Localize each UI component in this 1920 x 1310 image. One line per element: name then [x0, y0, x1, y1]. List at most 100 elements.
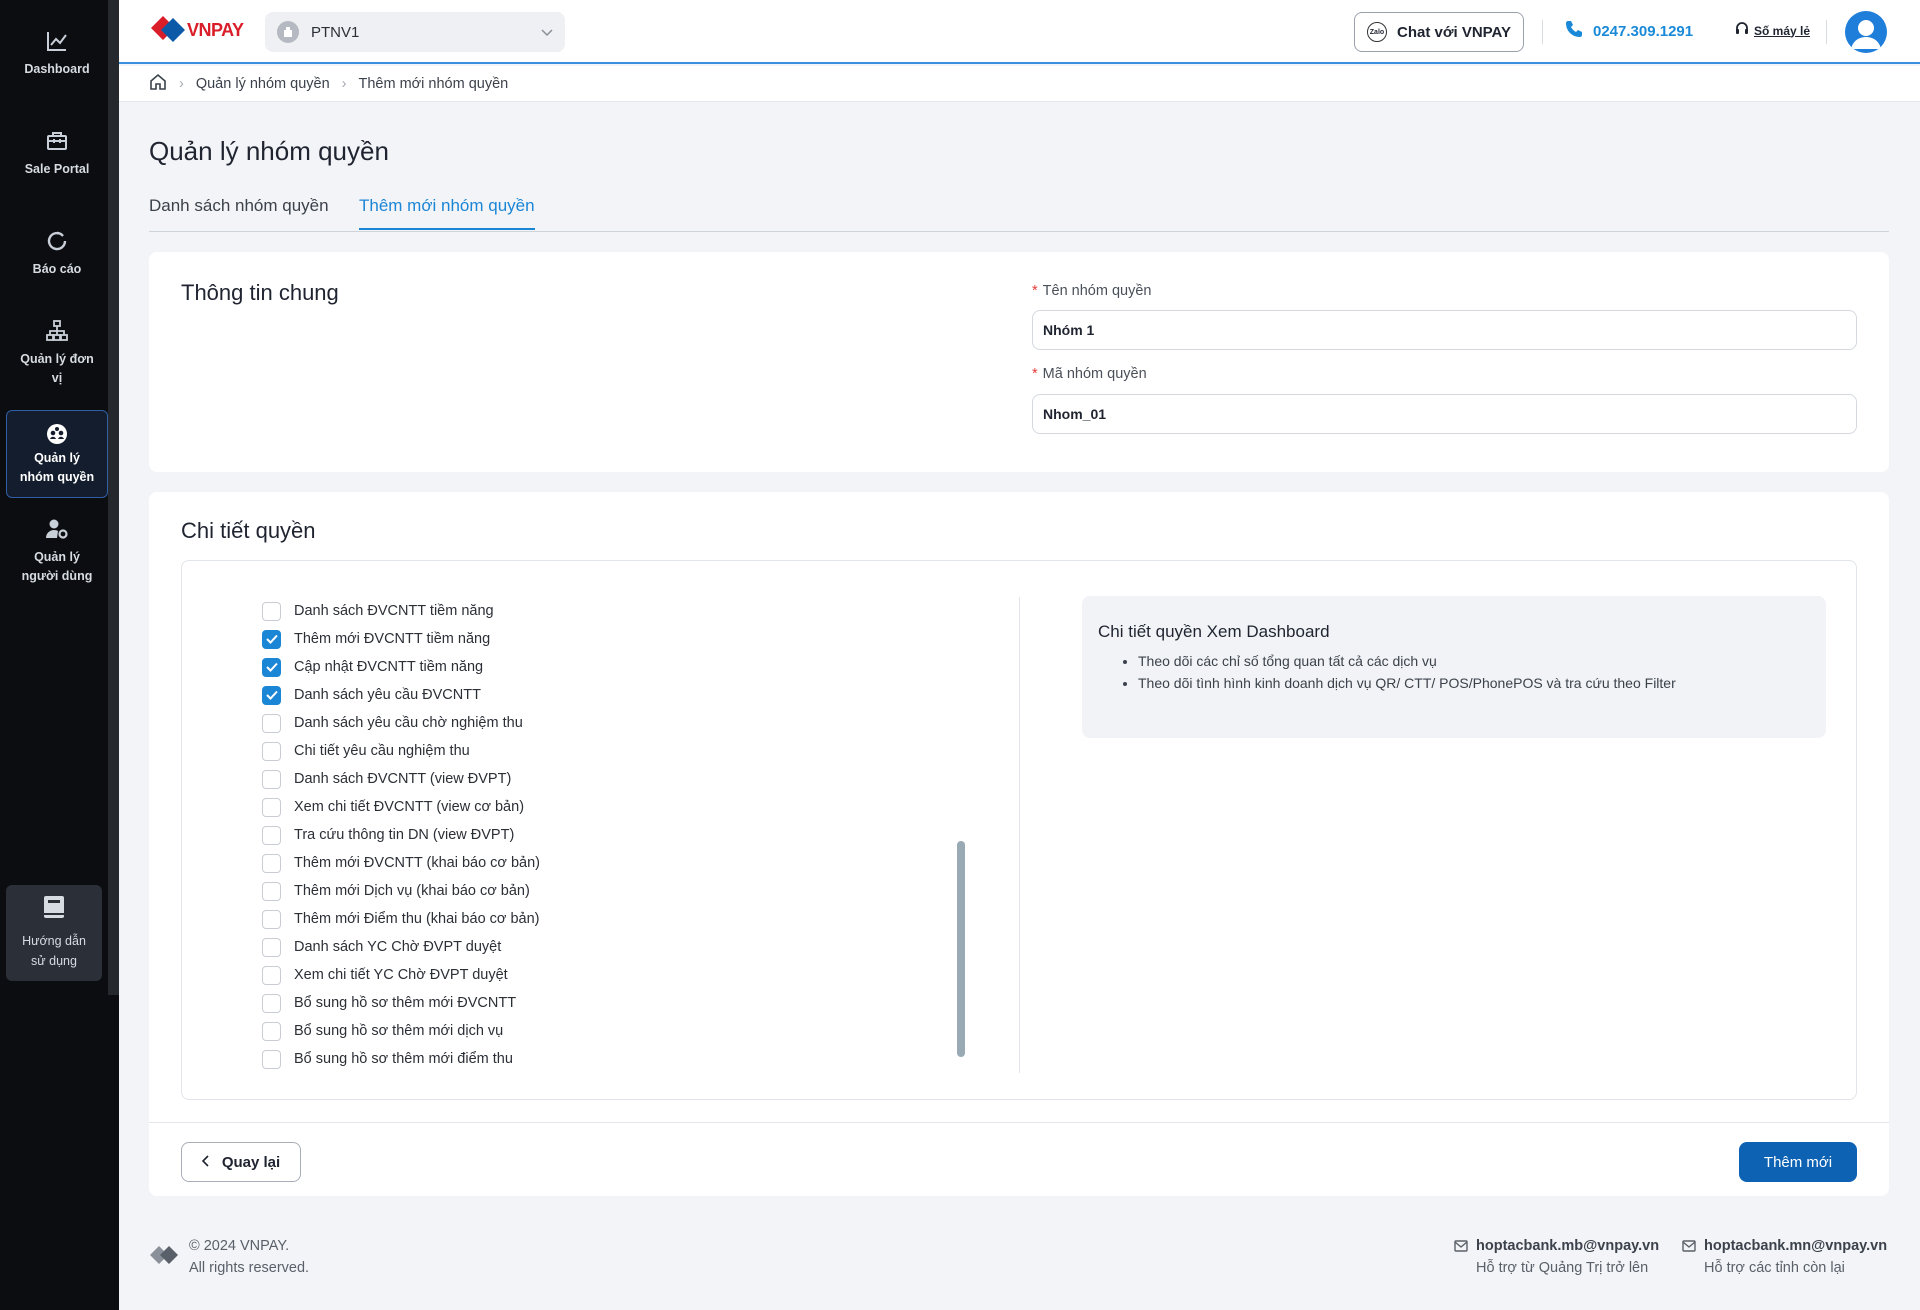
permission-checkbox[interactable]: [262, 685, 281, 705]
permission-item[interactable]: Xem chi tiết YC Chờ ĐVPT duyệt: [262, 961, 540, 989]
extension-link[interactable]: Số máy lẻ: [1735, 22, 1810, 39]
permission-item[interactable]: Bổ sung hồ sơ thêm mới điểm thu: [262, 1045, 540, 1073]
permission-checkbox[interactable]: [262, 741, 281, 761]
permission-label: Danh sách YC Chờ ĐVPT duyệt: [294, 939, 502, 955]
permission-item[interactable]: Danh sách YC Chờ ĐVPT duyệt: [262, 933, 540, 961]
top-header: VNPAY PTNV1 Zalo Chat với VNPAY 0247.309…: [119, 0, 1920, 64]
permission-detail-panel: Chi tiết quyền Xem Dashboard Theo dõi cá…: [1082, 596, 1826, 738]
sidebar-item-users[interactable]: Quản lý người dùng: [6, 516, 108, 586]
sidebar-item-permission-groups[interactable]: Quản lý nhóm quyền: [6, 410, 108, 498]
permission-item[interactable]: Thêm mới ĐVCNTT tiềm năng: [262, 625, 540, 653]
permission-checkbox[interactable]: [262, 713, 281, 733]
sidebar-item-dashboard[interactable]: Dashboard: [6, 28, 108, 79]
back-button[interactable]: Quay lại: [181, 1142, 301, 1182]
user-guide-button[interactable]: Hướng dẫn sử dụng: [6, 885, 102, 981]
permission-item[interactable]: Bổ sung hồ sơ thêm mới dịch vụ: [262, 1017, 540, 1045]
permission-detail-item: Theo dõi tình hình kinh doanh dịch vụ QR…: [1138, 672, 1810, 694]
permission-label: Danh sách ĐVCNTT tiềm năng: [294, 603, 494, 619]
vnpay-logo[interactable]: VNPAY: [149, 14, 244, 46]
permission-list: Danh sách ĐVCNTT tiềm năng Thêm mới ĐVCNT…: [262, 597, 540, 1073]
permission-checkbox[interactable]: [262, 965, 281, 985]
permission-item[interactable]: Tra cứu thông tin DN (view ĐVPT): [262, 821, 540, 849]
permission-checkbox[interactable]: [262, 1021, 281, 1041]
permission-checkbox[interactable]: [262, 993, 281, 1013]
page-title: Quản lý nhóm quyền: [149, 136, 389, 166]
checkmark-icon: [265, 690, 278, 700]
extension-label: Số máy lẻ: [1754, 23, 1811, 38]
sidebar-item-label: Quản lý nhóm quyền: [19, 451, 95, 484]
permission-item[interactable]: Danh sách ĐVCNTT (view ĐVPT): [262, 765, 540, 793]
permission-checkbox[interactable]: [262, 769, 281, 789]
permission-checkbox[interactable]: [262, 937, 281, 957]
permission-item[interactable]: Cập nhật ĐVCNTT tiềm năng: [262, 653, 540, 681]
permission-checkbox[interactable]: [262, 825, 281, 845]
sidebar-item-label: Quản lý đơn vị: [20, 352, 94, 385]
home-icon[interactable]: [149, 73, 167, 95]
group-name-label-text: Tên nhóm quyền: [1042, 283, 1152, 299]
breadcrumb-item[interactable]: Quản lý nhóm quyền: [196, 76, 330, 92]
contact-email[interactable]: hoptacbank.mb@vnpay.vn: [1476, 1235, 1659, 1257]
permission-label: Danh sách ĐVCNTT (view ĐVPT): [294, 771, 512, 787]
permission-box: Danh sách ĐVCNTT tiềm năng Thêm mới ĐVCNT…: [181, 560, 1857, 1100]
phone-icon: [1565, 20, 1583, 42]
vnpay-footer-logo-icon: [149, 1241, 179, 1279]
header-divider: [1542, 20, 1543, 44]
permission-checkbox[interactable]: [262, 881, 281, 901]
tab-add-permission-group[interactable]: Thêm mới nhóm quyền: [359, 196, 535, 230]
permission-item[interactable]: Thêm mới ĐVCNTT (khai báo cơ bản): [262, 849, 540, 877]
permission-details-card: Chi tiết quyền Danh sách ĐVCNTT tiềm năn…: [149, 492, 1889, 1196]
chat-label: Chat với VNPAY: [1396, 23, 1512, 41]
permission-checkbox[interactable]: [262, 1049, 281, 1069]
permission-item[interactable]: Danh sách yêu cầu chờ nghiệm thu: [262, 709, 540, 737]
permission-item[interactable]: Thêm mới Điểm thu (khai báo cơ bản): [262, 905, 540, 933]
sidebar-item-label: Quản lý người dùng: [21, 550, 93, 583]
permission-label: Bổ sung hồ sơ thêm mới ĐVCNTT: [294, 995, 517, 1011]
permission-checkbox[interactable]: [262, 601, 281, 621]
sidebar-item-units[interactable]: Quản lý đơn vị: [6, 318, 108, 388]
phone-number: 0247.309.1291: [1593, 22, 1694, 40]
general-info-title: Thông tin chung: [181, 280, 339, 305]
organization-selected-value: PTNV1: [311, 23, 360, 41]
user-avatar[interactable]: [1845, 11, 1887, 53]
sidebar-scrollbar[interactable]: [108, 0, 119, 995]
permission-item[interactable]: Chi tiết yêu cầu nghiệm thu: [262, 737, 540, 765]
permission-detail-title: Chi tiết quyền Xem Dashboard: [1098, 622, 1330, 641]
required-marker: *: [1032, 283, 1038, 299]
rights-text: All rights reserved.: [189, 1260, 310, 1276]
vnpay-logo-mark-icon: [151, 16, 185, 42]
card-divider: [149, 1122, 1889, 1123]
group-name-input[interactable]: [1032, 310, 1857, 350]
permission-divider: [1019, 597, 1020, 1073]
permission-item[interactable]: Thêm mới Dịch vụ (khai báo cơ bản): [262, 877, 540, 905]
permission-item[interactable]: Danh sách yêu cầu ĐVCNTT: [262, 681, 540, 709]
permission-item[interactable]: Xem chi tiết ĐVCNTT (view cơ bản): [262, 793, 540, 821]
group-code-input[interactable]: [1032, 394, 1857, 434]
permission-label: Cập nhật ĐVCNTT tiềm năng: [294, 659, 484, 675]
permission-checkbox[interactable]: [262, 629, 281, 649]
permission-checkbox[interactable]: [262, 797, 281, 817]
zalo-icon: Zalo: [1366, 22, 1387, 42]
organization-select[interactable]: PTNV1: [265, 12, 565, 52]
add-new-button[interactable]: Thêm mới: [1739, 1142, 1857, 1182]
permission-checkbox[interactable]: [262, 909, 281, 929]
phone-contact[interactable]: 0247.309.1291: [1565, 20, 1693, 42]
permission-item[interactable]: Danh sách ĐVCNTT tiềm năng: [262, 597, 540, 625]
chat-vnpay-button[interactable]: Zalo Chat với VNPAY: [1354, 12, 1524, 52]
permission-checkbox[interactable]: [262, 657, 281, 677]
tab-permission-group-list[interactable]: Danh sách nhóm quyền: [149, 196, 329, 228]
group-icon: [44, 421, 70, 447]
user-guide-label: Hướng dẫn sử dụng: [22, 934, 86, 968]
permission-label: Thêm mới Dịch vụ (khai báo cơ bản): [294, 883, 530, 899]
permission-checkbox[interactable]: [262, 853, 281, 873]
sidebar-item-sale-portal[interactable]: Sale Portal: [6, 128, 108, 179]
user-settings-icon: [44, 516, 70, 542]
contact-email[interactable]: hoptacbank.mn@vnpay.vn: [1704, 1235, 1887, 1257]
permission-label: Danh sách yêu cầu ĐVCNTT: [294, 687, 481, 703]
permission-list-scrollbar[interactable]: [957, 841, 965, 1057]
footer-copyright: © 2024 VNPAY. All rights reserved.: [149, 1235, 309, 1279]
sidebar-item-label: Báo cáo: [32, 262, 82, 276]
permission-label: Bổ sung hồ sơ thêm mới điểm thu: [294, 1051, 513, 1067]
permission-item[interactable]: Bổ sung hồ sơ thêm mới ĐVCNTT: [262, 989, 540, 1017]
sidebar-item-reports[interactable]: Báo cáo: [6, 228, 108, 279]
chevron-left-icon: [201, 1154, 210, 1171]
